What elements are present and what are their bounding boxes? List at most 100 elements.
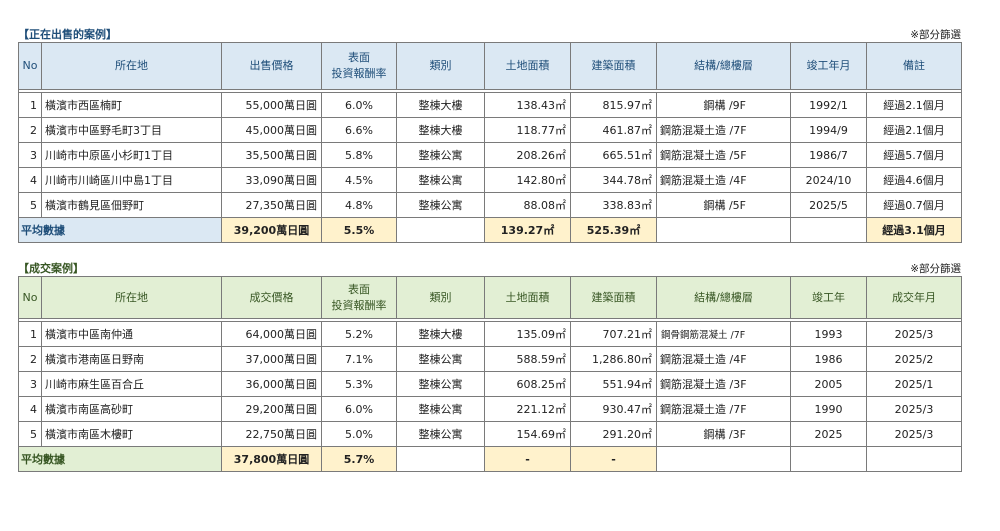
row-price: 27,350萬日圓 [221, 192, 322, 218]
row-type: 整棟公寓 [396, 346, 485, 372]
row-yield: 4.8% [321, 192, 397, 218]
average-structure-empty [656, 217, 791, 243]
col-header-type: 類別 [396, 276, 485, 319]
table-row: 2 橫濱市港南區日野南 37,000萬日圓 7.1% 整棟公寓 588.59㎡ … [18, 346, 962, 372]
row-completion: 1986/7 [790, 142, 867, 168]
average-row: 平均數據 37,800萬日圓 5.7% - - [18, 446, 962, 472]
row-no: 2 [18, 117, 42, 143]
col-header-location: 所在地 [41, 42, 222, 90]
average-sold-month-empty [866, 446, 962, 472]
row-no: 5 [18, 192, 42, 218]
col-header-price: 出售價格 [221, 42, 322, 90]
col-header-sold-month: 成交年月 [866, 276, 962, 319]
average-price: 37,800萬日圓 [221, 446, 322, 472]
row-building-area: 665.51㎡ [570, 142, 657, 168]
row-type: 整棟大樓 [396, 117, 485, 143]
col-header-structure: 結構/總樓層 [656, 276, 791, 319]
row-price: 37,000萬日圓 [221, 346, 322, 372]
row-no: 1 [18, 321, 42, 347]
row-structure: 鋼筋混凝土造 /7F [656, 396, 791, 422]
row-building-area: 1,286.80㎡ [570, 346, 657, 372]
row-completion: 2025/5 [790, 192, 867, 218]
row-type: 整棟大樓 [396, 92, 485, 118]
row-type: 整棟公寓 [396, 396, 485, 422]
row-location: 川崎市麻生區百合丘 [41, 371, 222, 397]
row-land-area: 142.80㎡ [484, 167, 571, 193]
row-location: 川崎市中原區小杉町1丁目 [41, 142, 222, 168]
col-header-building-area: 建築面積 [570, 42, 657, 90]
row-type: 整棟大樓 [396, 321, 485, 347]
col-header-remarks: 備註 [866, 42, 962, 90]
row-building-area: 930.47㎡ [570, 396, 657, 422]
row-structure: 鋼筋混凝土造 /4F [656, 167, 791, 193]
sold-table: No 所在地 成交價格 表面 投資報酬率 類別 土地面積 建築面積 結構/總樓層 … [18, 276, 962, 472]
col-header-structure: 結構/總樓層 [656, 42, 791, 90]
row-land-area: 208.26㎡ [484, 142, 571, 168]
average-label: 平均數據 [18, 446, 222, 472]
row-yield: 6.0% [321, 92, 397, 118]
col-header-land-area: 土地面積 [484, 42, 571, 90]
row-structure: 鋼筋混凝土造 /4F [656, 346, 791, 372]
col-header-price: 成交價格 [221, 276, 322, 319]
table-row: 3 川崎市麻生區百合丘 36,000萬日圓 5.3% 整棟公寓 608.25㎡ … [18, 371, 962, 397]
row-land-area: 608.25㎡ [484, 371, 571, 397]
average-land-area: - [484, 446, 571, 472]
row-remarks: 經過2.1個月 [866, 92, 962, 118]
row-no: 3 [18, 371, 42, 397]
row-no: 4 [18, 167, 42, 193]
sold-section: 【成交案例】 ※部分篩選 No 所在地 成交價格 表面 投資報酬率 類別 土地面積… [18, 258, 962, 478]
col-header-type: 類別 [396, 42, 485, 90]
col-header-yield-line2: 投資報酬率 [331, 298, 387, 312]
row-completion: 1992/1 [790, 92, 867, 118]
row-building-area: 815.97㎡ [570, 92, 657, 118]
row-yield: 5.8% [321, 142, 397, 168]
row-no: 2 [18, 346, 42, 372]
row-price: 64,000萬日圓 [221, 321, 322, 347]
row-type: 整棟公寓 [396, 421, 485, 447]
row-completion-year: 1993 [790, 321, 867, 347]
row-structure: 鋼筋混凝土造 /7F [656, 117, 791, 143]
row-no: 3 [18, 142, 42, 168]
average-yield: 5.5% [321, 217, 397, 243]
average-remarks: 經過3.1個月 [866, 217, 962, 243]
row-yield: 6.6% [321, 117, 397, 143]
row-building-area: 551.94㎡ [570, 371, 657, 397]
average-yield: 5.7% [321, 446, 397, 472]
row-location: 橫濱市港南區日野南 [41, 346, 222, 372]
row-location: 橫濱市南區木樓町 [41, 421, 222, 447]
average-row: 平均數據 39,200萬日圓 5.5% 139.27㎡ 525.39㎡ 經過3.… [18, 217, 962, 243]
row-sold-month: 2025/3 [866, 421, 962, 447]
col-header-land-area: 土地面積 [484, 276, 571, 319]
row-location: 川崎市川崎區川中島1丁目 [41, 167, 222, 193]
average-building-area: - [570, 446, 657, 472]
row-structure: 鋼構 /9F [656, 92, 791, 118]
row-location: 橫濱市鶴見區佃野町 [41, 192, 222, 218]
row-sold-month: 2025/2 [866, 346, 962, 372]
row-land-area: 88.08㎡ [484, 192, 571, 218]
row-building-area: 344.78㎡ [570, 167, 657, 193]
row-structure: 鋼構 /5F [656, 192, 791, 218]
row-land-area: 154.69㎡ [484, 421, 571, 447]
row-completion-year: 1986 [790, 346, 867, 372]
row-completion: 1994/9 [790, 117, 867, 143]
average-price: 39,200萬日圓 [221, 217, 322, 243]
average-label: 平均數據 [18, 217, 222, 243]
sold-filter-note: ※部分篩選 [910, 263, 961, 275]
row-remarks: 經過4.6個月 [866, 167, 962, 193]
row-location: 橫濱市南區高砂町 [41, 396, 222, 422]
table-row: 2 橫濱市中區野毛町3丁目 45,000萬日圓 6.6% 整棟大樓 118.77… [18, 117, 962, 143]
table-row: 4 川崎市川崎區川中島1丁目 33,090萬日圓 4.5% 整棟公寓 142.8… [18, 167, 962, 193]
col-header-yield-line2: 投資報酬率 [331, 67, 387, 80]
row-location: 橫濱市中區野毛町3丁目 [41, 117, 222, 143]
row-no: 4 [18, 396, 42, 422]
row-completion-year: 2005 [790, 371, 867, 397]
row-building-area: 338.83㎡ [570, 192, 657, 218]
row-location: 橫濱市中區南仲通 [41, 321, 222, 347]
row-no: 5 [18, 421, 42, 447]
row-type: 整棟公寓 [396, 167, 485, 193]
average-building-area: 525.39㎡ [570, 217, 657, 243]
table-row: 4 橫濱市南區高砂町 29,200萬日圓 6.0% 整棟公寓 221.12㎡ 9… [18, 396, 962, 422]
row-land-area: 138.43㎡ [484, 92, 571, 118]
row-type: 整棟公寓 [396, 371, 485, 397]
row-building-area: 291.20㎡ [570, 421, 657, 447]
